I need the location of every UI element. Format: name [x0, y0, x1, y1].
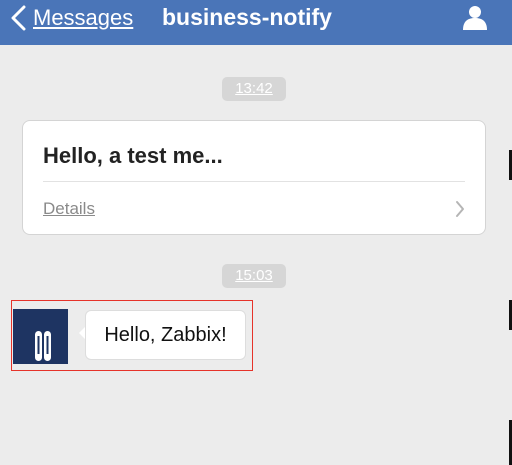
message-bubble[interactable]: Hello, Zabbix! [85, 310, 246, 360]
highlighted-message-row: Hello, Zabbix! [11, 300, 253, 371]
timestamp: 13:42 [222, 77, 286, 101]
back-button[interactable]: Messages [10, 4, 133, 32]
timestamp: 15:03 [222, 264, 286, 288]
message-card[interactable]: Hello, a test me... Details [22, 120, 486, 235]
chevron-right-icon [456, 201, 464, 217]
card-title: Hello, a test me... [43, 143, 223, 168]
page-title: business-notify [162, 4, 332, 30]
back-button-label: Messages [33, 5, 134, 30]
person-icon [463, 6, 487, 30]
chevron-left-icon [11, 5, 26, 31]
sender-avatar[interactable] [13, 309, 68, 364]
card-divider [43, 181, 465, 182]
app-logo-icon [35, 331, 51, 361]
navigation-bar: Messages business-notify [0, 0, 512, 45]
details-link[interactable]: Details [43, 199, 95, 219]
contact-profile-button[interactable] [462, 4, 488, 30]
